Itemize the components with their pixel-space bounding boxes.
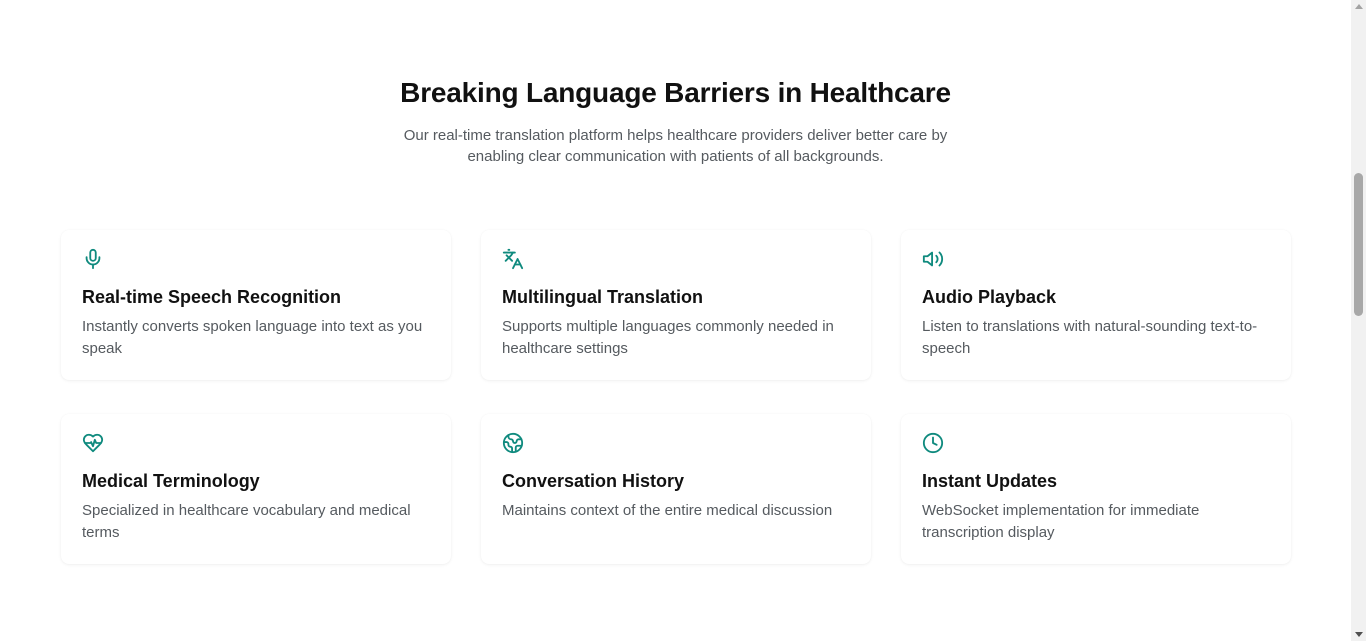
feature-card-audio-playback: Audio Playback Listen to translations wi… [901,230,1291,380]
features-section: Breaking Language Barriers in Healthcare… [0,0,1351,641]
heart-pulse-icon [82,432,104,454]
feature-card-medical-terminology: Medical Terminology Specialized in healt… [61,414,451,564]
section-subtitle: Our real-time translation platform helps… [403,127,948,165]
feature-description: Maintains context of the entire medical … [502,502,833,519]
feature-card-multilingual-translation: Multilingual Translation Supports multip… [481,230,871,380]
clock-icon [922,432,944,454]
section-title: Breaking Language Barriers in Healthcare [400,77,951,108]
page: Breaking Language Barriers in Healthcare… [0,0,1366,641]
feature-description: Instantly converts spoken language into … [82,318,423,357]
feature-description: Listen to translations with natural-soun… [922,318,1258,357]
scroll-up-arrow-icon[interactable] [1355,4,1363,9]
feature-description: WebSocket implementation for immediate t… [922,502,1200,541]
globe-icon [502,432,524,454]
feature-title: Real-time Speech Recognition [82,287,342,307]
languages-icon [502,248,524,270]
feature-title: Multilingual Translation [502,287,704,307]
feature-title: Instant Updates [922,471,1058,491]
feature-card-instant-updates: Instant Updates WebSocket implementation… [901,414,1291,564]
feature-card-speech-recognition: Real-time Speech Recognition Instantly c… [61,230,451,380]
scroll-down-arrow-icon[interactable] [1355,632,1363,637]
feature-title: Conversation History [502,471,685,491]
feature-description: Supports multiple languages commonly nee… [502,318,834,357]
feature-description: Specialized in healthcare vocabulary and… [82,502,411,541]
feature-title: Medical Terminology [82,471,260,491]
vertical-scrollbar[interactable] [1351,0,1366,641]
speaker-icon [922,248,944,270]
feature-title: Audio Playback [922,287,1057,307]
scrollbar-thumb[interactable] [1354,173,1363,316]
microphone-icon [82,248,104,270]
feature-card-conversation-history: Conversation History Maintains context o… [481,414,871,564]
